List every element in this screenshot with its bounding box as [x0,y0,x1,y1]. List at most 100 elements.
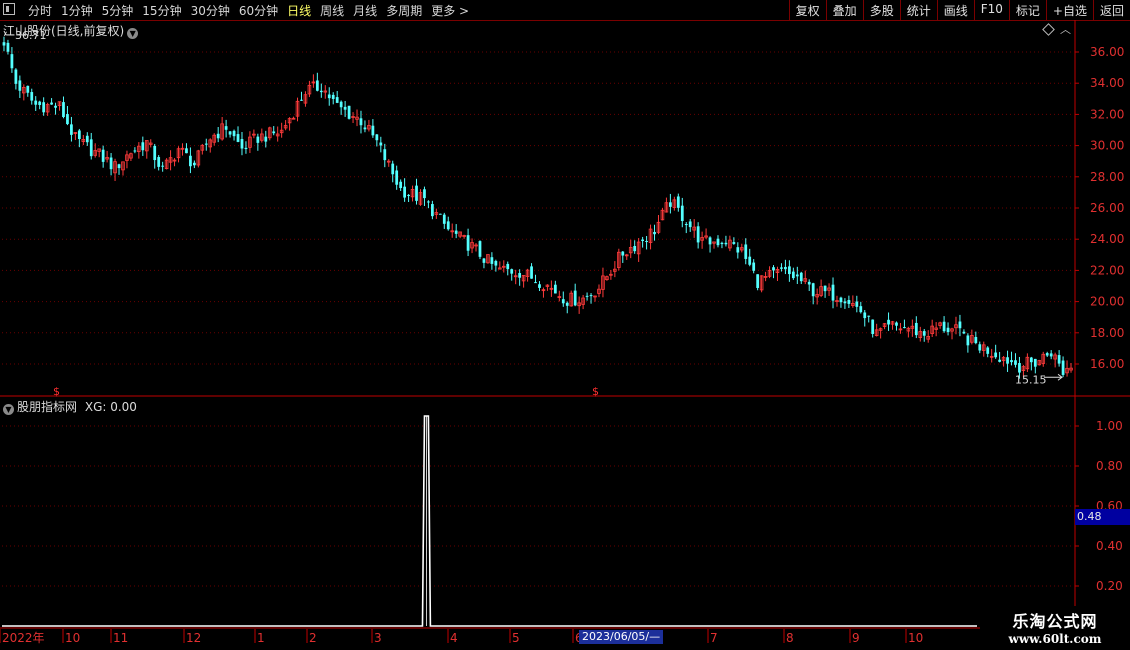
low-marker-arrow [1044,373,1063,381]
tool-button-6[interactable]: 标记 [1008,0,1046,20]
candle-body [141,142,145,151]
chevron-up-icon[interactable]: ︿ [1060,21,1071,37]
candle-body [300,99,303,101]
tool-button-4[interactable]: 画线 [936,0,974,20]
candle-body [874,329,879,337]
candle-body [966,335,970,346]
candle-body [1029,357,1033,363]
period-tab-7[interactable]: 周线 [320,2,344,19]
candle-body [153,145,157,161]
candle-body [66,114,69,125]
candle-body [759,275,764,291]
candle-body [272,131,276,134]
time-axis-label: 9 [852,631,860,645]
time-axis-label: 2 [309,631,317,645]
candle-body [185,148,188,154]
candle-body [85,135,89,143]
diamond-icon[interactable] [1042,23,1055,36]
tool-button-3[interactable]: 统计 [899,0,937,20]
candle-body [613,268,617,272]
candle-body [994,352,998,358]
candle-body [1025,356,1030,370]
candle-body [573,290,577,306]
candle-body [1065,367,1069,374]
candle-body [307,84,312,95]
time-axis-label: 5 [512,631,520,645]
period-tab-3[interactable]: 15分钟 [142,2,181,19]
candle-body [264,136,268,142]
candle-body [240,139,244,149]
candle-body [343,106,347,110]
tool-button-7[interactable]: +自选 [1045,0,1093,20]
candle-body [121,161,125,171]
candle-body [795,274,799,277]
candle-body [914,322,918,336]
candle-body [189,155,192,167]
period-tab-10[interactable]: 更多 > [431,2,469,19]
candle-body [712,241,716,244]
candle-body [609,273,613,276]
tool-button-2[interactable]: 多股 [862,0,900,20]
chart-canvas[interactable]: 36.00 34.00 32.00 30.00 28.00 26.00 24.00 22.00… [0,0,1130,650]
candle-body [557,296,562,299]
candle-body [34,100,38,105]
candle-body [958,321,962,329]
candle-body [1006,357,1009,364]
candle-body [129,153,133,159]
candle-body [386,160,391,163]
period-tab-8[interactable]: 月线 [353,2,377,19]
candle-body [442,214,446,224]
candle-body [530,266,533,279]
candle-body [660,209,665,221]
candle-body [232,130,236,137]
candle-body [113,161,117,174]
candle-body [942,321,946,332]
candle-body [633,245,637,252]
candle-body [93,150,98,156]
period-tab-6[interactable]: 日线 [287,2,311,19]
candle-body [974,336,978,344]
candle-body [918,331,923,338]
chevron-down-icon[interactable]: ▼ [127,28,139,39]
period-tab-0[interactable]: 分时 [28,2,52,19]
period-tab-9[interactable]: 多周期 [386,2,422,19]
candle-body [125,154,129,161]
candle-body [434,212,439,215]
period-tab-2[interactable]: 5分钟 [102,2,134,19]
candle-body [581,297,585,305]
low-marker-label: 15.15 [1015,373,1047,386]
candle-body [878,328,883,331]
tool-button-1[interactable]: 叠加 [825,0,863,20]
candle-body [339,101,343,108]
tool-button-8[interactable]: 返回 [1092,0,1130,20]
time-axis-label: 4 [450,631,458,645]
candle-body [839,297,843,303]
candle-body [347,105,351,119]
candle-body [77,130,81,140]
candle-body [50,102,53,105]
candle-body [780,267,783,269]
candle-body [494,260,498,266]
candle-body [601,275,605,290]
candle-body [26,85,30,93]
candle-body [732,242,736,244]
candle-body [549,287,554,290]
candle-body [843,301,847,304]
period-tab-4[interactable]: 30分钟 [191,2,230,19]
candle-body [1049,353,1053,357]
candle-body [597,288,601,294]
price-axis-label: 26.00 [1090,201,1124,215]
period-tab-5[interactable]: 60分钟 [239,2,278,19]
window-icon[interactable] [3,3,15,15]
candle-body [541,289,546,292]
tool-button-0[interactable]: 复权 [788,0,826,20]
candle-body [954,324,958,329]
candle-body [871,319,875,334]
candle-body [656,221,661,233]
candle-body [363,127,367,130]
chevron-down-icon[interactable]: ▼ [3,404,14,415]
candle-body [256,136,260,143]
candle-body [144,140,149,152]
period-tab-1[interactable]: 1分钟 [61,2,93,19]
tool-button-5[interactable]: F10 [973,0,1009,20]
